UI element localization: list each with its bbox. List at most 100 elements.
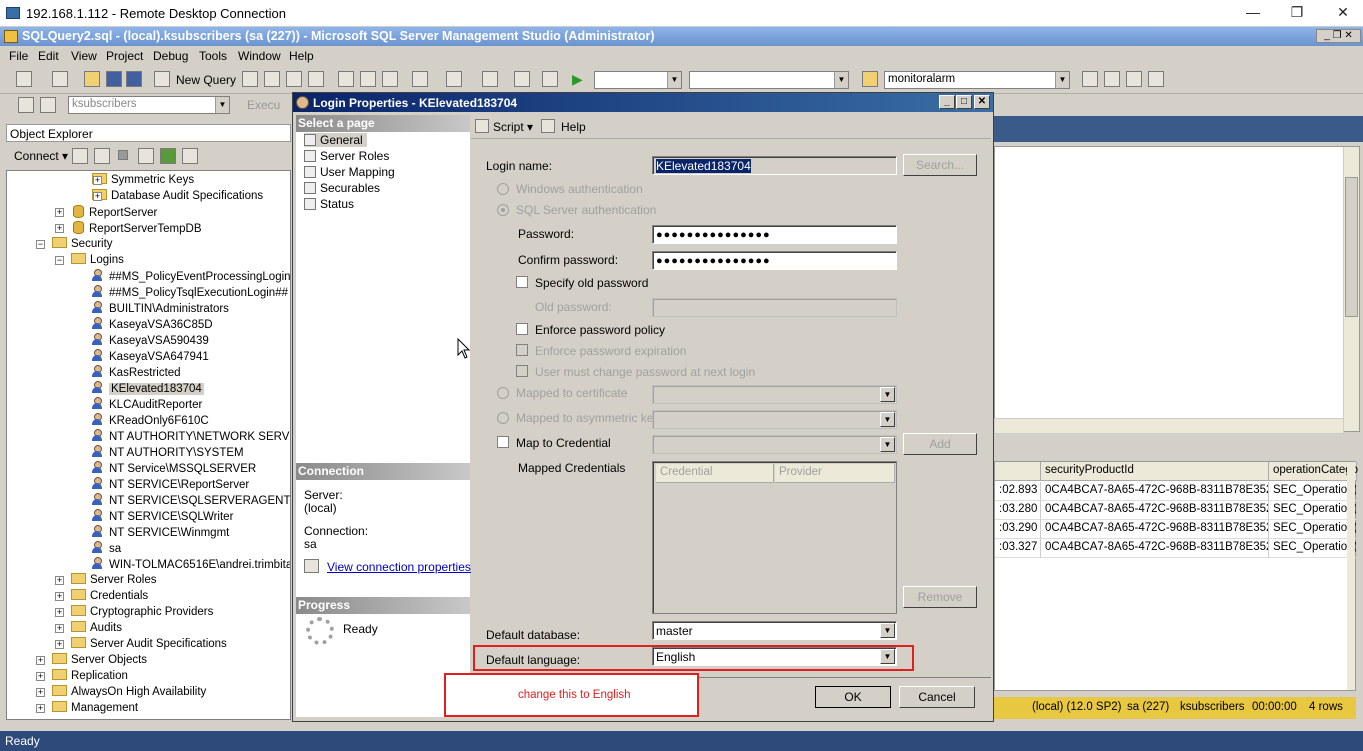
grid-cell[interactable]: 0CA4BCA7-8A65-472C-968B-8311B78E3526 [1041, 501, 1269, 520]
open-folder-icon[interactable] [84, 71, 100, 87]
tree-node-replication[interactable]: Replication [52, 669, 128, 685]
add-item-icon[interactable] [52, 71, 68, 87]
menu-file[interactable]: File [9, 49, 28, 63]
tree-node-login[interactable]: NT SERVICE\ReportServer [91, 477, 249, 493]
ok-button[interactable]: OK [815, 686, 891, 708]
expand-icon[interactable]: + [36, 672, 45, 681]
window-icon[interactable] [514, 71, 530, 87]
certificate-combo[interactable]: ▼ [652, 385, 897, 404]
query-editor[interactable] [994, 146, 1360, 432]
tree-node-login[interactable]: NT SERVICE\Winmgmt [91, 525, 229, 541]
menu-view[interactable]: View [71, 49, 97, 63]
credential-combo[interactable]: ▼ [652, 435, 897, 454]
tree-node-security[interactable]: Security [52, 237, 113, 253]
remove-button[interactable]: Remove [903, 586, 977, 608]
map-credential-checkbox[interactable] [497, 436, 509, 448]
page-general[interactable]: General [304, 133, 367, 147]
tree-node-login[interactable]: NT AUTHORITY\SYSTEM [91, 445, 244, 461]
find-in-files-icon[interactable] [1082, 71, 1098, 87]
tree-node-login[interactable]: KaseyaVSA590439 [91, 333, 209, 349]
grid-cell[interactable]: SEC_Operation( [1269, 520, 1357, 539]
tree-node-server-objects[interactable]: Server Objects [52, 653, 147, 669]
expand-icon[interactable]: + [55, 624, 64, 633]
menu-edit[interactable]: Edit [38, 49, 59, 63]
dialog-minimize-button[interactable]: _ [939, 95, 955, 109]
database-combo[interactable]: ksubscribers ▼ [68, 96, 230, 114]
tree-node-alwayson[interactable]: AlwaysOn High Availability [52, 685, 206, 701]
connect-explorer-icon[interactable] [72, 148, 88, 164]
activity-monitor-icon[interactable] [182, 148, 198, 164]
paste-icon[interactable] [382, 71, 398, 87]
dialog-close-button[interactable]: ✕ [974, 95, 990, 109]
tree-node-login[interactable]: KaseyaVSA36C85D [91, 317, 213, 333]
grid-header[interactable]: securityProductId [1041, 462, 1269, 481]
save-all-icon[interactable] [126, 71, 142, 87]
save-icon[interactable] [106, 71, 122, 87]
grid-cell[interactable]: :03.327 [995, 539, 1041, 558]
expand-icon[interactable]: + [36, 704, 45, 713]
grid-cell[interactable]: :03.290 [995, 520, 1041, 539]
scroll-thumb[interactable] [1345, 177, 1358, 317]
tree-node-login[interactable]: WIN-TOLMAC6516E\andrei.trimbitas [91, 557, 290, 573]
page-status[interactable]: Status [304, 197, 354, 211]
dmx-query-icon[interactable] [286, 71, 302, 87]
toolbox-icon[interactable] [1126, 71, 1142, 87]
xmla-query-icon[interactable] [308, 71, 324, 87]
expand-icon[interactable]: + [55, 224, 64, 233]
menu-window[interactable]: Window [238, 49, 281, 63]
tree-node-symmetric-keys[interactable]: Symmetric Keys [92, 173, 194, 189]
collapse-icon[interactable]: − [55, 256, 64, 265]
view-connection-properties-link[interactable]: View connection properties [327, 560, 471, 574]
page-user-mapping[interactable]: User Mapping [304, 165, 395, 179]
grid-header[interactable] [995, 462, 1041, 481]
provider-column-header[interactable]: Provider [775, 464, 895, 483]
new-query-button[interactable]: New Query [176, 73, 236, 87]
tree-node-audits[interactable]: Audits [71, 621, 122, 637]
tree-node-login[interactable]: ##MS_PolicyEventProcessingLogin## [91, 269, 290, 285]
windows-auth-radio[interactable] [497, 183, 509, 195]
menu-tools[interactable]: Tools [199, 49, 227, 63]
tree-node-credentials[interactable]: Credentials [71, 589, 148, 605]
password-field[interactable]: ●●●●●●●●●●●●●●● [652, 225, 897, 244]
grid-cell[interactable]: :03.280 [995, 501, 1041, 520]
activity-icon[interactable] [542, 71, 558, 87]
expand-icon[interactable]: + [55, 576, 64, 585]
disconnect-icon[interactable] [94, 148, 110, 164]
expand-icon[interactable]: + [93, 192, 102, 201]
grid-cell[interactable]: SEC_Operation( [1269, 482, 1357, 501]
menu-help[interactable]: Help [289, 49, 314, 63]
redo-icon[interactable] [446, 71, 462, 87]
start-debug-icon[interactable]: ▶ [572, 71, 583, 88]
collapse-icon[interactable]: − [36, 240, 45, 249]
confirm-password-field[interactable]: ●●●●●●●●●●●●●●● [652, 251, 897, 270]
default-language-combo[interactable]: English ▼ [652, 647, 897, 666]
sql-auth-radio[interactable] [497, 204, 509, 216]
tree-node-login[interactable]: NT SERVICE\SQLWriter [91, 509, 233, 525]
dialog-maximize-button[interactable]: □ [956, 95, 972, 109]
platform-combo[interactable]: ▼ [689, 71, 849, 89]
old-password-field[interactable] [652, 298, 897, 317]
refresh-icon[interactable] [160, 148, 176, 164]
grid-vscrollbar[interactable] [1347, 462, 1355, 690]
tree-node-reportserver[interactable]: ReportServer [73, 205, 157, 221]
page-securables[interactable]: Securables [304, 181, 380, 195]
specify-old-password-checkbox[interactable] [516, 276, 528, 288]
tree-node-server-audit[interactable]: Server Audit Specifications [71, 637, 227, 653]
login-name-field[interactable]: KElevated183704 [652, 156, 897, 175]
change-connection-icon[interactable] [40, 97, 56, 113]
page-server-roles[interactable]: Server Roles [304, 149, 389, 163]
minimize-button[interactable]: — [1238, 4, 1268, 20]
grid-cell[interactable]: SEC_Operation( [1269, 539, 1357, 558]
tree-node-db-audit[interactable]: Database Audit Specifications [92, 189, 263, 205]
tree-node-login[interactable]: KLCAuditReporter [91, 397, 202, 413]
ssms-window-buttons[interactable]: _ ❐ ✕ [1316, 29, 1361, 43]
new-query-icon[interactable] [154, 71, 170, 87]
cancel-button[interactable]: Cancel [899, 686, 975, 708]
mapped-credentials-grid[interactable]: Credential Provider [652, 461, 897, 614]
db-engine-query-icon[interactable] [242, 71, 258, 87]
default-database-combo[interactable]: master ▼ [652, 621, 897, 640]
cut-icon[interactable] [338, 71, 354, 87]
expand-icon[interactable]: + [55, 608, 64, 617]
menu-debug[interactable]: Debug [153, 49, 188, 63]
grid-cell[interactable]: SEC_Operation( [1269, 501, 1357, 520]
